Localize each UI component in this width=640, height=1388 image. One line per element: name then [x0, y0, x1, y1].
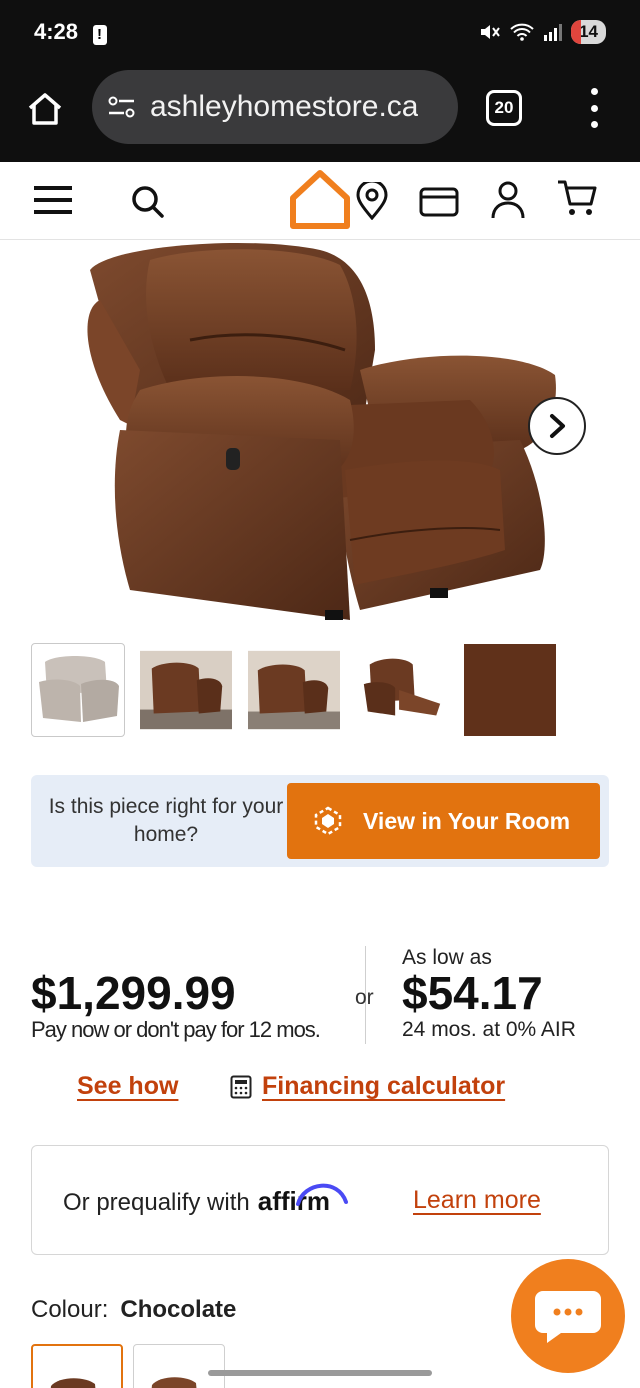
- view-in-your-room-button[interactable]: View in Your Room: [287, 783, 600, 859]
- search-icon[interactable]: [130, 184, 166, 220]
- ashley-home-logo[interactable]: [289, 168, 351, 230]
- financing-calculator-row[interactable]: Financing calculator: [230, 1072, 505, 1101]
- browser-home-icon[interactable]: [26, 90, 64, 128]
- chevron-right-icon: [550, 414, 565, 438]
- price: $1,299.99: [31, 967, 236, 1019]
- site-settings-icon[interactable]: [106, 95, 138, 119]
- thumbnail-2[interactable]: [139, 643, 233, 737]
- location-icon[interactable]: [355, 182, 389, 220]
- thumbnail-1[interactable]: [31, 643, 125, 737]
- browser-menu-icon[interactable]: [584, 88, 604, 128]
- status-bar: 4:28 ! 14: [34, 14, 606, 50]
- fit-question: Is this piece right for your home?: [48, 795, 284, 846]
- signal-icon: [544, 24, 563, 41]
- battery-indicator: 14: [571, 20, 606, 44]
- thumbnail-4[interactable]: [355, 643, 449, 737]
- pay-later-note: Pay now or don't pay for 12 mos.: [31, 1017, 321, 1042]
- swatch-alternate[interactable]: [133, 1344, 225, 1388]
- colour-label: Colour:: [31, 1296, 109, 1323]
- see-how-link[interactable]: See how: [77, 1072, 178, 1101]
- gesture-bar[interactable]: [208, 1370, 432, 1376]
- menu-icon[interactable]: [34, 184, 74, 216]
- colour-value: Chocolate: [120, 1296, 237, 1323]
- colour-swatches: [31, 1344, 225, 1388]
- browser-toolbar: ashleyhomestore.ca 20: [0, 70, 640, 146]
- view-in-room-label: View in Your Room: [363, 807, 571, 834]
- account-icon[interactable]: [490, 180, 526, 220]
- next-image-button[interactable]: [528, 397, 586, 455]
- affirm-prefix: Or prequalify with: [63, 1189, 250, 1216]
- learn-more-link[interactable]: Learn more: [413, 1186, 541, 1215]
- thumbnail-strip: [31, 643, 557, 737]
- financing-terms: 24 mos. at 0% AIR: [402, 1018, 576, 1041]
- mute-icon: [481, 25, 500, 39]
- tab-switcher-button[interactable]: 20: [486, 90, 522, 126]
- thumbnail-5-swatch[interactable]: [463, 643, 557, 737]
- financing-calculator-link[interactable]: Financing calculator: [262, 1072, 505, 1101]
- calculator-icon: [230, 1075, 252, 1098]
- status-time: 4:28: [34, 19, 79, 44]
- wifi-icon: [510, 23, 534, 41]
- affirm-text: Or prequalify with affirm: [63, 1183, 348, 1217]
- monthly-price: $54.17: [402, 967, 543, 1019]
- browser-chrome: 4:28 ! 14 ashleyhomestore.ca 20: [0, 0, 640, 162]
- site-header: [0, 162, 640, 240]
- cart-icon[interactable]: [556, 178, 598, 218]
- alert-icon: !: [92, 24, 107, 45]
- chat-bubble-icon: [535, 1291, 601, 1343]
- affirm-prequalify-box: Or prequalify with affirm Learn more: [31, 1145, 609, 1255]
- thumbnail-3[interactable]: [247, 643, 341, 737]
- affirm-logo: affirm: [258, 1183, 348, 1217]
- credit-card-icon[interactable]: [419, 187, 459, 217]
- colour-row: Colour: Chocolate: [31, 1296, 236, 1324]
- affirm-arc-icon: [295, 1183, 348, 1206]
- chat-button[interactable]: [511, 1259, 625, 1373]
- url-text: ashleyhomestore.ca: [150, 90, 419, 123]
- view-in-room-panel: Is this piece right for your home? View …: [31, 775, 609, 867]
- ar-cube-icon: [314, 806, 342, 836]
- swatch-chocolate[interactable]: [31, 1344, 123, 1388]
- or-label: or: [355, 986, 374, 1009]
- address-bar[interactable]: ashleyhomestore.ca: [92, 70, 458, 144]
